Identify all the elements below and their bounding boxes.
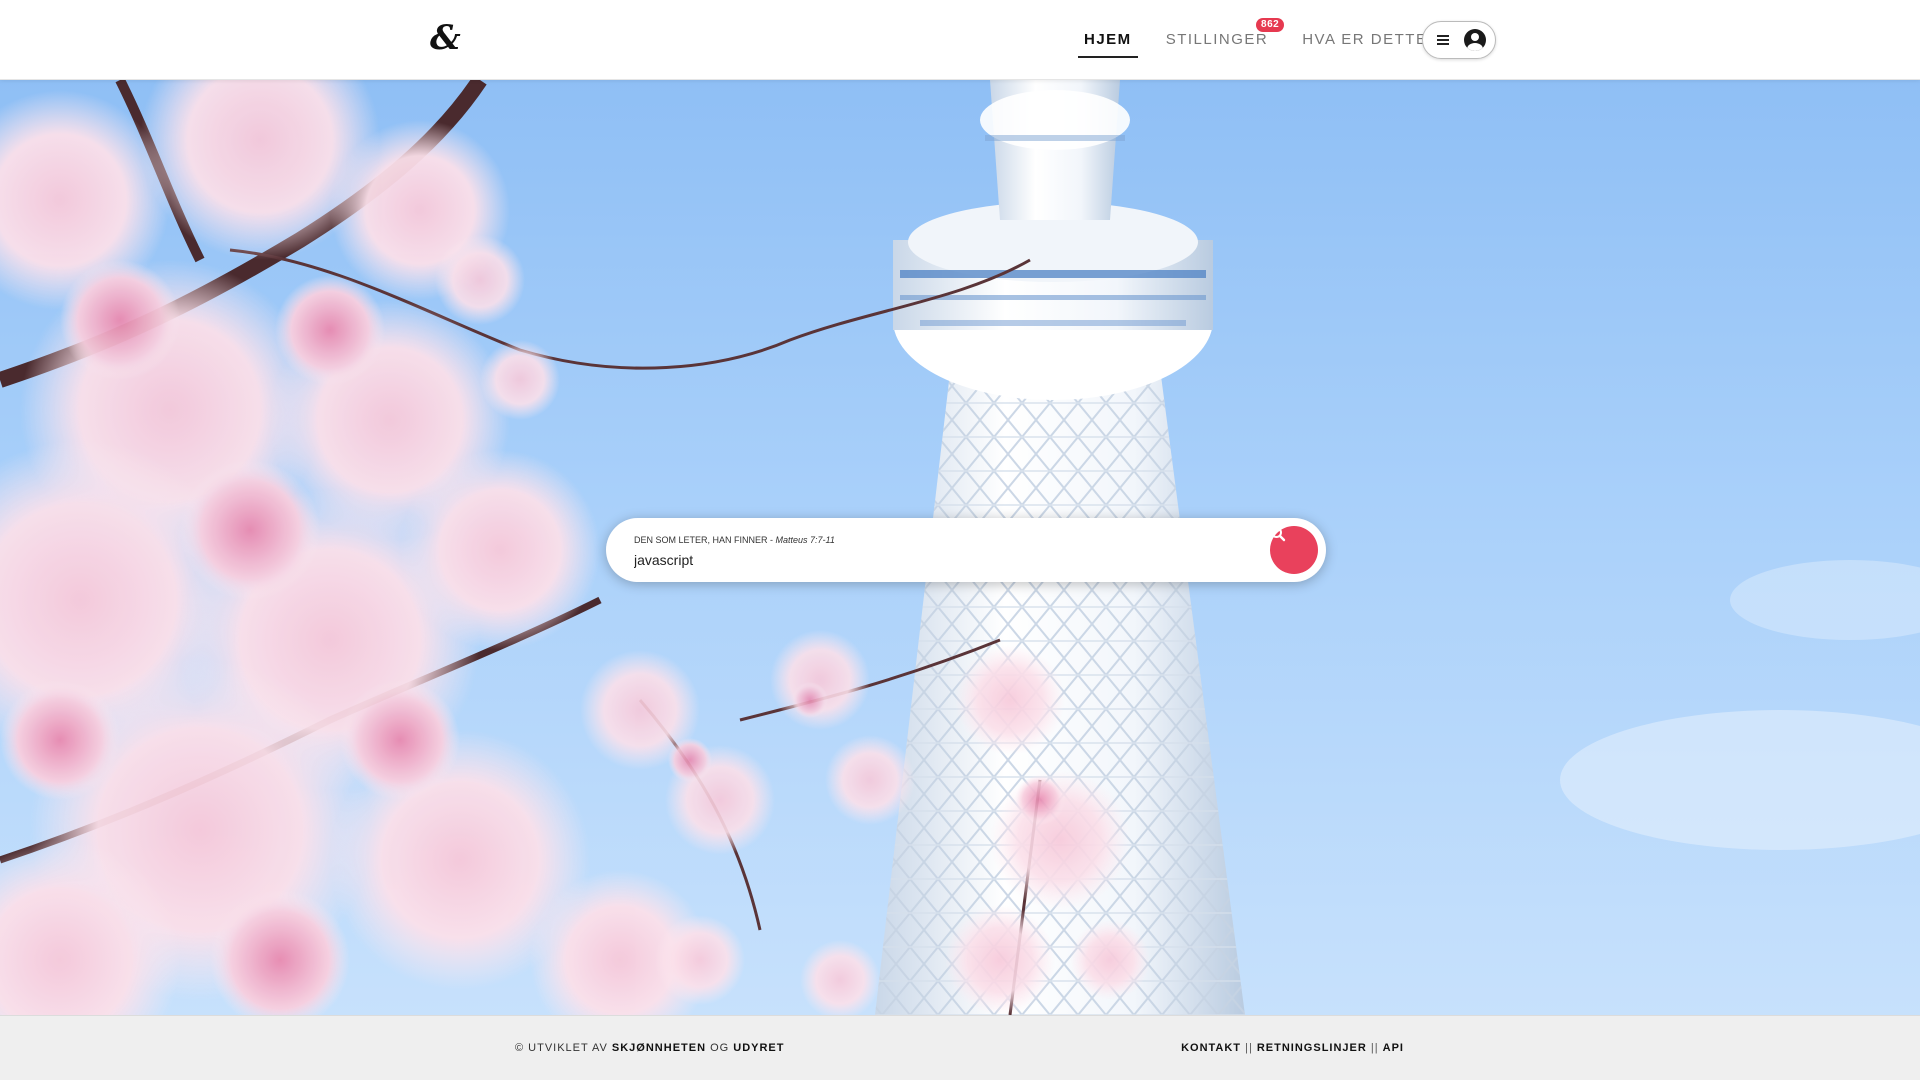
footer-link-api[interactable]: API <box>1383 1042 1404 1054</box>
credits-conj: OG <box>706 1042 734 1054</box>
credits-name-1[interactable]: SKJØNNHETEN <box>612 1042 706 1054</box>
nav-label: HVA ER DETTE? <box>1302 31 1438 48</box>
search-icon <box>1271 527 1286 542</box>
nav-item-stillinger[interactable]: STILLINGER 862 <box>1160 18 1285 58</box>
hero-background-image: DEN SOM LETER, HAN FINNER - Matteus 7:7-… <box>0 80 1920 1015</box>
footer-link-kontakt[interactable]: KONTAKT <box>1181 1042 1241 1054</box>
user-menu-button[interactable] <box>1422 21 1496 59</box>
page-footer: © UTVIKLET AV SKJØNNHETEN OG UDYRET KONT… <box>0 1015 1920 1080</box>
footer-links: KONTAKT || RETNINGSLINJER || API <box>1181 1042 1404 1054</box>
search-label: DEN SOM LETER, HAN FINNER - Matteus 7:7-… <box>634 535 835 545</box>
search-label-quote: DEN SOM LETER, HAN FINNER - <box>634 535 776 545</box>
footer-credits: © UTVIKLET AV SKJØNNHETEN OG UDYRET <box>515 1042 785 1054</box>
count-badge: 862 <box>1256 18 1285 32</box>
search-input[interactable] <box>634 549 1234 571</box>
footer-link-retningslinjer[interactable]: RETNINGSLINJER <box>1257 1042 1367 1054</box>
nav-item-hjem[interactable]: HJEM <box>1078 22 1138 58</box>
search-label-reference: Matteus 7:7-11 <box>775 535 835 545</box>
top-header: & HJEM STILLINGER 862 HVA ER DETTE? <box>0 0 1920 80</box>
main-nav: HJEM STILLINGER 862 HVA ER DETTE? <box>1078 0 1465 80</box>
credits-prefix: © UTVIKLET AV <box>515 1042 612 1054</box>
site-logo[interactable]: & <box>430 18 466 58</box>
link-separator: || <box>1241 1042 1257 1054</box>
nav-label: STILLINGER <box>1165 31 1269 48</box>
search-bar: DEN SOM LETER, HAN FINNER - Matteus 7:7-… <box>606 518 1326 582</box>
nav-label: HJEM <box>1084 31 1132 48</box>
credits-name-2[interactable]: UDYRET <box>733 1042 784 1054</box>
search-button[interactable] <box>1270 526 1318 574</box>
link-separator: || <box>1366 1042 1383 1054</box>
hamburger-icon <box>1437 35 1449 45</box>
user-circle-icon <box>1464 29 1486 51</box>
